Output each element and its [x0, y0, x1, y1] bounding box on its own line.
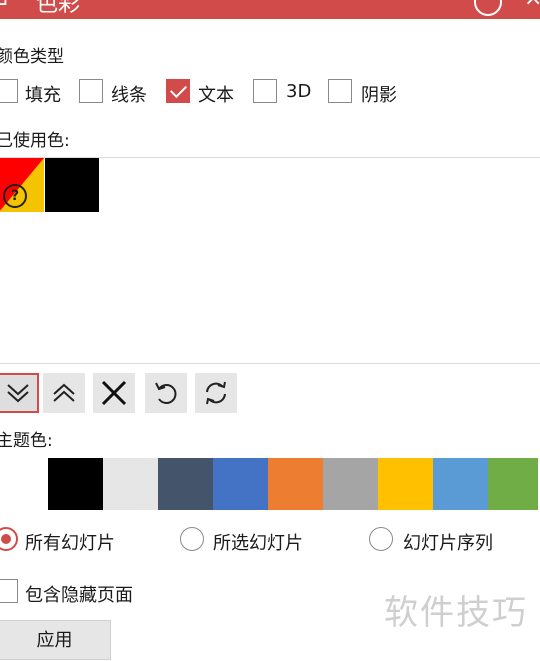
chevron-down-double-icon	[7, 384, 29, 403]
window-title: 色彩	[36, 0, 81, 17]
checkbox-3d[interactable]	[253, 79, 277, 103]
used-swatch-black[interactable]	[45, 158, 99, 212]
checkbox-text[interactable]	[166, 79, 190, 103]
used-colors-panel: ?	[0, 157, 540, 364]
question-icon: ?	[3, 184, 27, 208]
close-window-icon[interactable]: ×	[524, 0, 540, 11]
theme-swatch-light-gray[interactable]	[103, 458, 158, 510]
apply-button[interactable]: 应用	[0, 620, 111, 660]
theme-swatch-gray[interactable]	[323, 458, 378, 510]
used-swatch-mixed[interactable]: ?	[0, 158, 44, 212]
radio-all-slides[interactable]	[0, 527, 18, 551]
checkbox-fill[interactable]	[0, 79, 18, 103]
include-hidden-label: 包含隐藏页面	[25, 585, 133, 606]
chevron-up-double-icon	[53, 383, 75, 402]
watermark: 软件技巧	[384, 593, 528, 633]
checkbox-line[interactable]	[79, 79, 103, 103]
used-colors-label: 已使用色:	[0, 131, 70, 151]
theme-swatch-blue[interactable]	[213, 458, 268, 510]
radio-slide-sequence[interactable]	[369, 527, 393, 551]
checkbox-fill-label: 填充	[25, 85, 61, 106]
radio-selected-slides-label: 所选幻灯片	[213, 533, 303, 554]
checkbox-line-label: 线条	[111, 85, 147, 106]
help-icon[interactable]	[474, 0, 502, 16]
theme-swatch-black[interactable]	[48, 458, 103, 510]
checkbox-3d-label: 3D	[286, 81, 312, 102]
refresh-icon	[206, 381, 226, 405]
undo-button[interactable]	[145, 373, 187, 413]
theme-swatch-orange[interactable]	[268, 458, 323, 510]
theme-swatch-gold[interactable]	[378, 458, 433, 510]
checkbox-shadow[interactable]	[328, 79, 352, 103]
move-bottom-button[interactable]	[0, 373, 39, 413]
theme-swatch-white[interactable]	[0, 458, 48, 510]
color-type-label: 颜色类型	[0, 47, 64, 67]
refresh-button[interactable]	[195, 373, 237, 413]
move-top-button[interactable]	[43, 373, 85, 413]
theme-swatch-light-blue[interactable]	[433, 458, 488, 510]
radio-slide-sequence-label: 幻灯片序列	[403, 533, 493, 554]
remove-button[interactable]	[93, 373, 135, 413]
theme-swatch-slate[interactable]	[158, 458, 213, 510]
undo-icon	[155, 382, 177, 404]
app-icon: ⌂	[0, 0, 8, 11]
radio-all-slides-label: 所有幻灯片	[25, 533, 115, 554]
close-icon	[101, 380, 127, 406]
theme-colors-label: 主题色:	[0, 431, 53, 451]
theme-swatch-green[interactable]	[488, 458, 538, 510]
checkbox-include-hidden[interactable]	[0, 579, 18, 603]
checkbox-text-label: 文本	[198, 85, 234, 106]
title-bar: ⌂ 色彩 ×	[0, 0, 540, 19]
radio-selected-slides[interactable]	[180, 527, 204, 551]
theme-color-row	[0, 458, 538, 510]
checkbox-shadow-label: 阴影	[361, 85, 397, 106]
